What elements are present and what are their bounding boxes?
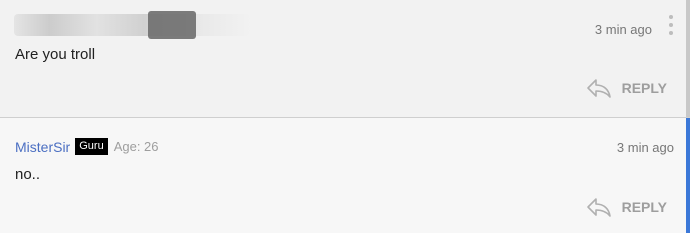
comment-header: MisterSir Guru Age: 26: [15, 138, 159, 155]
redacted-badge: [148, 11, 196, 39]
more-vertical-icon[interactable]: [669, 15, 673, 37]
reply-arrow-icon: [586, 198, 611, 217]
reply-label: REPLY: [621, 199, 667, 215]
comment-text: Are you troll: [15, 46, 96, 63]
comment-timestamp: 3 min ago: [616, 140, 674, 155]
username-link[interactable]: MisterSir: [15, 139, 70, 155]
reply-button[interactable]: REPLY: [586, 77, 667, 99]
user-age: Age: 26: [113, 139, 159, 154]
rank-badge: Guru: [75, 138, 108, 155]
comment-text: no..: [15, 166, 41, 183]
reply-arrow-icon: [586, 79, 611, 98]
reply-button[interactable]: REPLY: [586, 196, 667, 218]
comment-card: MisterSir Guru Age: 26 3 min ago no.. RE…: [0, 118, 690, 233]
redacted-username: [14, 14, 250, 36]
comment-timestamp: 3 min ago: [594, 22, 652, 37]
comment-card: 3 min ago Are you troll REPLY: [0, 0, 690, 117]
reply-label: REPLY: [621, 80, 667, 96]
